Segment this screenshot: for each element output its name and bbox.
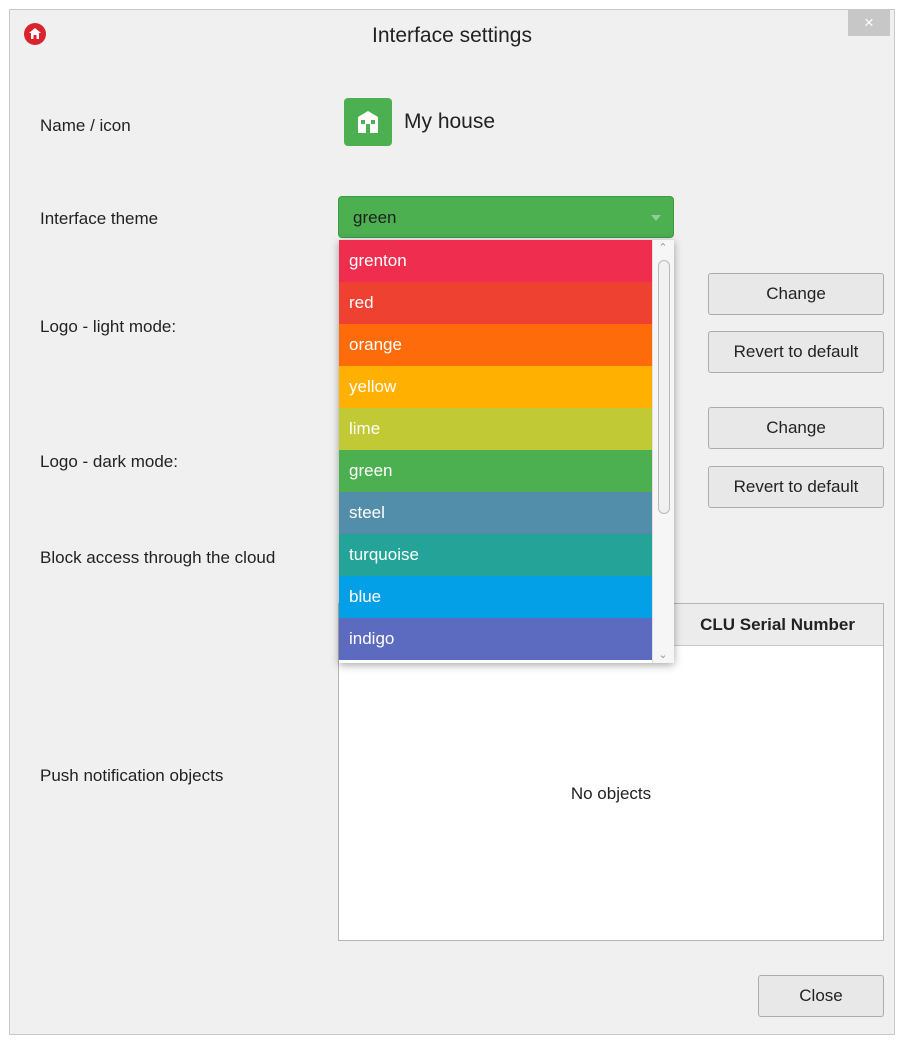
chevron-down-icon bbox=[651, 215, 661, 221]
theme-dropdown-list: grenton red orange yellow lime green ste… bbox=[339, 240, 674, 663]
theme-option-red[interactable]: red bbox=[339, 282, 652, 324]
theme-option-turquoise[interactable]: turquoise bbox=[339, 534, 652, 576]
logo-light-label: Logo - light mode: bbox=[40, 317, 177, 336]
revert-logo-light-button[interactable]: Revert to default bbox=[708, 331, 884, 373]
title-bar: Interface settings × bbox=[10, 10, 894, 58]
theme-option-green[interactable]: green bbox=[339, 450, 652, 492]
theme-option-grenton[interactable]: grenton bbox=[339, 240, 652, 282]
close-button[interactable]: Close bbox=[758, 975, 884, 1017]
block-cloud-label: Block access through the cloud bbox=[40, 548, 276, 567]
logo-dark-label: Logo - dark mode: bbox=[40, 452, 178, 471]
empty-table-message: No objects bbox=[570, 784, 652, 803]
interface-settings-window: Interface settings × Name / icon My hous… bbox=[9, 9, 895, 1035]
window-title: Interface settings bbox=[372, 24, 532, 47]
change-logo-dark-button[interactable]: Change bbox=[708, 407, 884, 449]
theme-option-yellow[interactable]: yellow bbox=[339, 366, 652, 408]
theme-option-blue[interactable]: blue bbox=[339, 576, 652, 618]
change-logo-light-button[interactable]: Change bbox=[708, 273, 884, 315]
dropdown-scrollbar[interactable]: ⌃ ⌄ bbox=[652, 240, 674, 663]
theme-option-orange[interactable]: orange bbox=[339, 324, 652, 366]
close-window-button[interactable]: × bbox=[848, 10, 890, 36]
theme-select[interactable]: green bbox=[338, 196, 674, 238]
house-name: My house bbox=[404, 110, 496, 133]
theme-option-lime[interactable]: lime bbox=[339, 408, 652, 450]
revert-logo-dark-button[interactable]: Revert to default bbox=[708, 466, 884, 508]
theme-option-indigo[interactable]: indigo bbox=[339, 618, 652, 660]
scrollbar-thumb[interactable] bbox=[658, 260, 670, 514]
push-notification-label: Push notification objects bbox=[40, 766, 224, 785]
theme-select-value: green bbox=[353, 208, 397, 227]
chevron-down-icon[interactable]: ⌄ bbox=[658, 650, 668, 661]
interface-theme-label: Interface theme bbox=[40, 209, 159, 228]
theme-option-steel[interactable]: steel bbox=[339, 492, 652, 534]
name-icon-label: Name / icon bbox=[40, 116, 131, 135]
chevron-up-icon[interactable]: ⌃ bbox=[658, 243, 668, 254]
column-header-clu-serial[interactable]: CLU Serial Number bbox=[700, 615, 855, 635]
house-icon[interactable] bbox=[344, 98, 392, 146]
